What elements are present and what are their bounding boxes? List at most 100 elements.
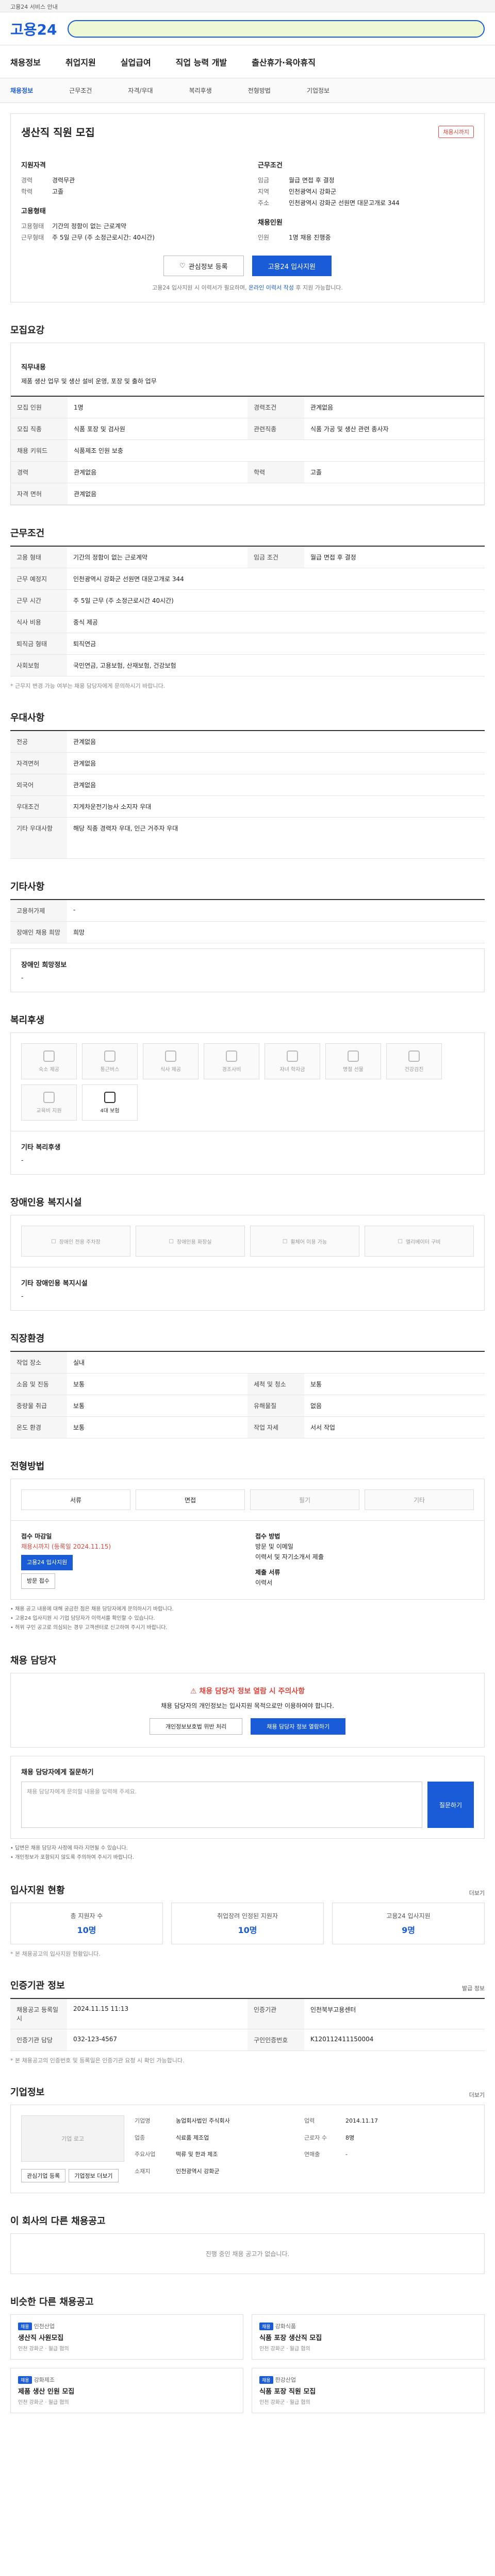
cell-value: 식품제조 인원 보충 [74,447,123,454]
favorite-company-button[interactable]: 관심기업 등록 [21,2169,66,2182]
welfare-tile: 자녀 학자금 [265,1043,320,1079]
info-key: 학력 [21,188,33,195]
question-textarea[interactable]: 채용 담당자에게 문의할 내용을 입력해 주세요. [21,1782,422,1828]
nav-item[interactable]: 실업급여 [121,56,151,68]
facility-label: 휠체어 이용 가능 [290,1239,327,1245]
recommend-card[interactable]: 채용 강화제조 제품 생산 인원 모집 인천 강화군 · 월급 협의 [10,2368,243,2413]
info-label: 채용인원 [258,219,283,227]
recommend-card[interactable]: 채용 강화식품 식품 포장 생산직 모집 인천 강화군 · 월급 협의 [252,2314,485,2360]
info-label: 장애인 희망정보 [21,961,67,969]
rec-tag: 채용 [18,2376,32,2384]
company-info: 기업명 농업회사법인 주식회사 업력 2014.11.17 업종 식료품 제조업 근로자 … [135,2115,474,2182]
welfare-tile: 숙소 제공 [21,1043,77,1079]
tab-company[interactable]: 기업정보 [307,86,329,95]
welfare-etc-value: - [21,1157,24,1164]
info-value: 고졸 [52,188,64,195]
privacy-button[interactable]: 개인정보보호법 위반 처리 [149,1718,243,1735]
cell-value: 없음 [310,1402,322,1410]
info-value: 주 5일 근무 (주 소정근로시간: 40시간) [52,234,155,241]
regist-more-link[interactable]: 발급 정보 [462,1984,485,1992]
cell-value: 관계없음 [74,490,97,498]
cell-value: 식품 포장 및 검사원 [74,426,125,433]
cell-value: 2024.11.15 11:13 [73,2005,129,2012]
cell-key: 외국어 [10,774,67,795]
section-title: 모집요강 [10,325,45,336]
resume-link[interactable]: 온라인 이력서 작성 [249,284,294,291]
info-key: 경력 [21,177,33,184]
stat-card: 총 지원자 수 10명 [10,1903,163,1944]
conditions-table: 고용 형태 기간의 정함이 없는 근로계약 임금 조건 월급 면접 후 결정 근무 예… [10,546,485,676]
cell-key: 전공 [10,731,67,752]
nav-item[interactable]: 채용정보 [10,56,41,68]
cell-key: 식사 비용 [10,612,67,633]
send-question-button[interactable]: 질문하기 [427,1782,474,1828]
stat-card: 고용24 입사지원 9명 [332,1903,485,1944]
contact-notes: • 답변은 채용 담당자 사정에 따라 지연될 수 있습니다. • 개인정보가 … [10,1844,485,1862]
cell-value: 고졸 [310,469,322,476]
apply-button[interactable]: 고용24 입사지원 [252,256,332,276]
cell-key: 관련직종 [248,418,304,439]
nav-item[interactable]: 직업 능력 개발 [176,56,227,68]
rec-title: 제품 생산 인원 모집 [18,2388,75,2396]
stat-label: 총 지원자 수 [70,1912,103,1920]
tab-recruit[interactable]: 채용정보 [10,86,33,95]
stat-label: 취업장려 인정된 지원자 [217,1912,278,1920]
cell-key: 장애인 채용 희망 [10,922,67,943]
cell-key: 세척 및 청소 [248,1374,304,1395]
welfare-label: 자녀 학자금 [279,1066,305,1073]
company-more-link[interactable]: 더보기 [469,2091,485,2099]
cell-value: 해당 직종 경력자 우대, 인근 거주자 우대 [73,825,178,832]
recommend-section: 비슷한 다른 채용공고 채용 인천산업 생산직 사원모집 인천 강화군 · 월급 … [10,2274,485,2434]
view-contact-button[interactable]: 채용 담당자 정보 열람하기 [251,1718,346,1735]
scrap-button[interactable]: ♡ 관심정보 등록 [163,256,244,276]
tab-qualification[interactable]: 자격/우대 [128,86,153,95]
nav-item[interactable]: 출산휴가·육아휴직 [252,56,316,68]
cell-value: 실내 [73,1359,85,1366]
cell-value: 월급 면접 후 결정 [310,554,356,561]
contact-section: 채용 담당자 ⚠ 채용 담당자 정보 열람 시 주의사항 채용 담당자의 개인정… [10,1633,485,1862]
cell-value: 보통 [73,1424,85,1431]
stats-more-link[interactable]: 더보기 [469,1889,485,1897]
cell-value: 관계없음 [310,404,334,411]
tab-selection[interactable]: 전형방법 [248,86,271,95]
recruit-box: 직무내용 제품 생산 업무 및 생산 설비 운영, 포장 및 출하 업무 모집 … [10,343,485,505]
info-label: 기타 장애인용 복지시설 [21,1280,88,1287]
welfare-box: 숙소 제공 통근버스 식사 제공 경조사비 자녀 학자금 명절 선물 건강검진 교육비 지원 4… [10,1032,485,1175]
conditions-note: * 근무지 변경 가능 여부는 채용 담당자에게 문의하시기 바랍니다. [10,683,166,689]
recommend-card[interactable]: 채용 인천산업 생산직 사원모집 인천 강화군 · 월급 협의 [10,2314,243,2360]
apply-method-detail: 이력서 및 자기소개서 제출 [255,1553,324,1561]
scrap-label: 관심정보 등록 [188,263,228,271]
recruit-section: 모집요강 직무내용 제품 생산 업무 및 생산 설비 운영, 포장 및 출하 업… [10,302,485,505]
company-detail-button[interactable]: 기업정보 더보기 [69,2169,119,2182]
warning-body: 채용 담당자의 개인정보는 입사지원 목적으로만 이용하여야 합니다. [161,1702,334,1709]
info-key: 고용형태 [21,223,44,230]
info-value: - [345,2151,348,2158]
facility-box: □ 장애인 전용 주차장 □ 장애인용 화장실 □ 휠체어 이용 가능 □ 엘리베이터 … [10,1215,485,1311]
search-input[interactable] [67,20,485,38]
section-title: 전형방법 [10,1461,45,1472]
facility-tile: □ 장애인 전용 주차장 [21,1226,130,1257]
elevator-icon: □ [398,1238,403,1244]
nav-item[interactable]: 취업지원 [65,56,96,68]
deadline-badge: 채용시까지 [438,125,474,138]
facility-tile: □ 엘리베이터 구비 [365,1226,474,1257]
regist-note: * 본 채용공고의 인증번호 및 등록일은 인증기관 요청 시 확인 가능합니다… [10,2057,185,2064]
tab-welfare[interactable]: 복리후생 [189,86,212,95]
tab-conditions[interactable]: 근무조건 [69,86,92,95]
welfare-tile: 식사 제공 [143,1043,199,1079]
cell-key: 중량물 취급 [10,1395,67,1416]
cell-key: 채용공고 등록일시 [10,1999,67,2029]
info-key: 근무형태 [21,234,44,241]
welfare-label: 숙소 제공 [39,1066,59,1073]
recommend-card[interactable]: 채용 한강산업 식품 포장 직원 모집 인천 강화군 · 월급 협의 [252,2368,485,2413]
apply-visit-button[interactable]: 방문 접수 [21,1573,55,1589]
apply-online-button[interactable]: 고용24 입사지원 [21,1555,73,1570]
section-title: 복리후생 [10,1015,45,1026]
welfare-label: 식사 제공 [160,1066,181,1073]
site-logo[interactable]: 고용24 [10,19,57,39]
main-nav: 채용정보 취업지원 실업급여 직업 능력 개발 출산휴가·육아휴직 [0,45,495,78]
welfare-icon [408,1050,420,1062]
welfare-icon [104,1050,116,1062]
rec-tag: 채용 [259,2376,273,2384]
empty-state: 진행 중인 채용 공고가 없습니다. [10,2233,485,2274]
